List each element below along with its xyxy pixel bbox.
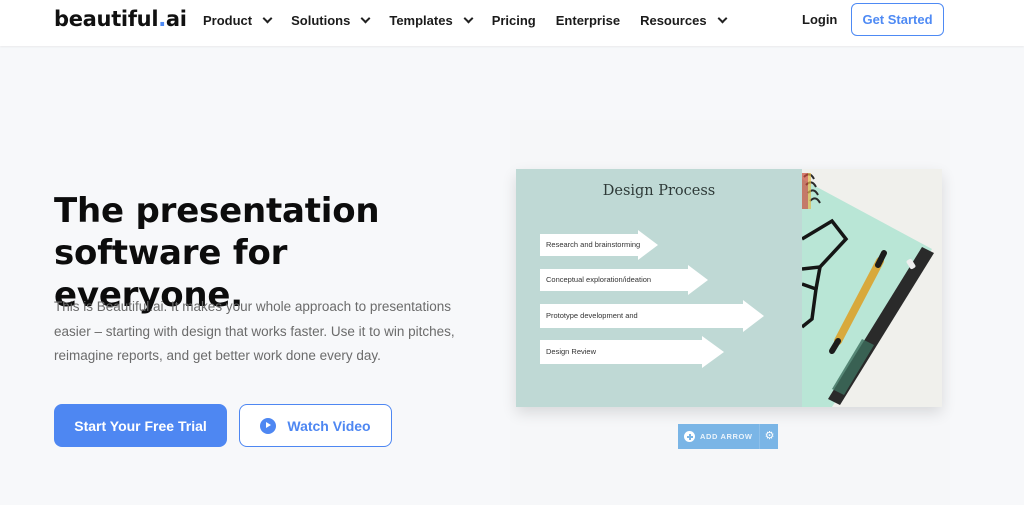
login-link[interactable]: Login <box>802 12 837 27</box>
arrow-label: Research and brainstorming <box>546 240 641 249</box>
start-free-trial-button[interactable]: Start Your Free Trial <box>54 404 227 447</box>
watch-video-label: Watch Video <box>287 417 371 434</box>
process-arrow[interactable]: Design Review <box>540 336 726 368</box>
chevron-down-icon <box>463 13 474 23</box>
toolbar-divider <box>758 424 760 449</box>
nav-item-solutions[interactable]: Solutions <box>291 12 371 28</box>
logo-suffix: ai <box>165 7 187 31</box>
slide-content-area: Design Process Research and brainstormin… <box>516 169 802 407</box>
chevron-down-icon <box>360 13 371 23</box>
nav-item-resources[interactable]: Resources <box>640 12 728 28</box>
gear-icon[interactable]: ⚙ <box>765 431 775 442</box>
site-header: beautiful.ai Product Solutions Templates… <box>0 0 1024 46</box>
nav-label: Resources <box>640 12 707 28</box>
nav-label: Templates <box>389 12 453 28</box>
nav-item-product[interactable]: Product <box>203 12 273 28</box>
logo[interactable]: beautiful.ai <box>54 7 187 31</box>
process-arrow[interactable]: Conceptual exploration/ideation <box>540 265 710 295</box>
arrow-label: Design Review <box>546 347 597 356</box>
chevron-down-icon <box>262 13 273 23</box>
process-arrow[interactable]: Prototype development and <box>540 300 766 332</box>
watch-video-button[interactable]: Watch Video <box>239 404 392 447</box>
plus-circle-icon[interactable] <box>684 431 695 442</box>
nav-item-templates[interactable]: Templates <box>389 12 474 28</box>
logo-dot: . <box>158 7 166 31</box>
chevron-down-icon <box>717 13 728 23</box>
get-started-button[interactable]: Get Started <box>851 3 944 36</box>
hero-description: This is Beautiful.ai. It makes your whol… <box>54 299 455 363</box>
logo-text: beautiful <box>54 7 159 31</box>
nav-label: Enterprise <box>555 12 621 28</box>
main-nav: Product Solutions Templates Pricing Ente… <box>203 0 746 40</box>
process-arrow[interactable]: Research and brainstorming <box>540 230 660 260</box>
play-icon <box>260 417 277 434</box>
nav-item-enterprise[interactable]: Enterprise <box>556 13 620 28</box>
nav-item-pricing[interactable]: Pricing <box>492 13 536 28</box>
add-arrow-toolbar: ADD ARROW ⚙ <box>678 424 778 449</box>
add-arrow-button[interactable]: ADD ARROW <box>700 432 753 441</box>
demo-slide[interactable]: Design Process Research and brainstormin… <box>516 169 942 407</box>
slide-photo <box>802 169 942 407</box>
arrow-label: Conceptual exploration/ideation <box>546 275 652 284</box>
nav-label: Product <box>203 12 253 28</box>
arrow-label: Prototype development and <box>546 311 638 320</box>
notebook-photo-illustration <box>802 169 942 407</box>
nav-label: Pricing <box>491 12 536 28</box>
nav-label: Solutions <box>291 12 351 28</box>
hero-title-line-1: The presentation <box>54 191 380 231</box>
slide-title: Design Process <box>602 183 716 199</box>
